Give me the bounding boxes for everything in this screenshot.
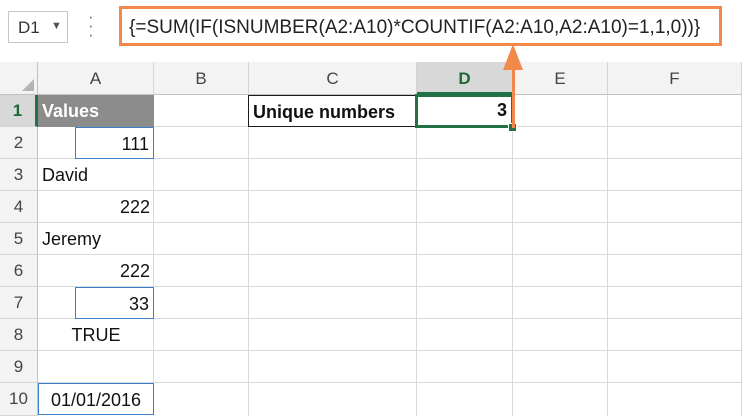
row-header-9[interactable]: 9 [0, 351, 38, 383]
cell-c1[interactable]: Unique numbers [248, 95, 417, 127]
cell-a2[interactable]: 111 [75, 127, 154, 159]
cell-a3[interactable]: David [38, 159, 154, 191]
grid-line [607, 95, 608, 416]
grid-line [248, 95, 249, 416]
cell-a7[interactable]: 33 [75, 287, 154, 319]
row-header-8[interactable]: 8 [0, 319, 38, 351]
grid-line [416, 95, 417, 416]
cell-a8[interactable]: TRUE [38, 319, 154, 351]
select-all-button[interactable] [0, 62, 38, 95]
cell-a10[interactable]: 01/01/2016 [38, 383, 154, 415]
column-header-d[interactable]: D [417, 62, 513, 95]
row-header-5[interactable]: 5 [0, 223, 38, 255]
row-header-4[interactable]: 4 [0, 191, 38, 223]
name-box[interactable]: D1 ▼ [8, 11, 68, 43]
cell-d1-active[interactable]: 3 [415, 94, 514, 128]
row-header-10[interactable]: 10 [0, 383, 38, 416]
formula-text: {=SUM(IF(ISNUMBER(A2:A10)*COUNTIF(A2:A10… [129, 17, 701, 38]
row-header-3[interactable]: 3 [0, 159, 38, 191]
column-header-c[interactable]: C [249, 62, 417, 95]
column-header-b[interactable]: B [154, 62, 249, 95]
arrow-up-icon [503, 44, 523, 70]
cell-a6[interactable]: 222 [38, 255, 154, 287]
row-header-6[interactable]: 6 [0, 255, 38, 287]
column-header-a[interactable]: A [38, 62, 154, 95]
formula-input[interactable]: {=SUM(IF(ISNUMBER(A2:A10)*COUNTIF(A2:A10… [119, 6, 722, 46]
name-box-value: D1 [18, 18, 40, 37]
formula-bar: D1 ▼ · · · {=SUM(IF(ISNUMBER(A2:A10)*COUNT… [0, 0, 742, 62]
spreadsheet-grid: A B C D E F 1 2 3 4 5 6 7 8 9 10 Values … [0, 62, 742, 416]
grid-line [512, 95, 513, 416]
row-header-7[interactable]: 7 [0, 287, 38, 319]
triangle-down-icon[interactable]: ▼ [51, 20, 62, 32]
cell-a1[interactable]: Values [38, 95, 154, 127]
column-header-f[interactable]: F [608, 62, 742, 95]
vertical-dots-icon[interactable]: · · · [88, 8, 94, 43]
cell-a5[interactable]: Jeremy [38, 223, 154, 255]
row-header-1[interactable]: 1 [0, 95, 38, 127]
cell-a4[interactable]: 222 [38, 191, 154, 223]
row-header-2[interactable]: 2 [0, 127, 38, 159]
column-header-e[interactable]: E [513, 62, 608, 95]
